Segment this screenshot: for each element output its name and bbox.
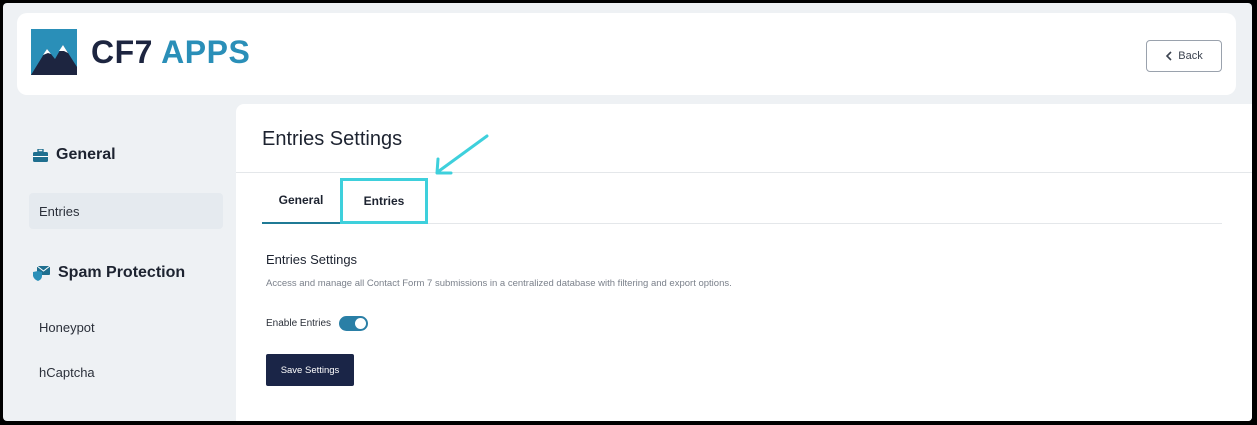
mountain-logo-icon	[31, 29, 77, 75]
toggle-label: Enable Entries	[266, 318, 332, 329]
tab-bar: General Entries	[262, 178, 1222, 224]
sidebar: General Entries Spam Protection Honeypot…	[17, 106, 227, 421]
sidebar-heading-general: General	[33, 146, 116, 164]
section-title: Entries Settings	[266, 252, 358, 267]
sidebar-item-honeypot[interactable]: Honeypot	[29, 309, 223, 345]
top-header: CF7 APPS Back	[17, 13, 1236, 95]
tab-label: General	[278, 193, 324, 207]
page-title: Entries Settings	[262, 128, 403, 150]
mail-shield-icon	[33, 265, 50, 281]
sidebar-item-label: Entries	[39, 203, 80, 219]
brand-name: CF7 APPS	[91, 34, 250, 71]
arrow-annotation-icon	[435, 134, 489, 175]
sidebar-item-label: Honeypot	[39, 319, 95, 335]
chevron-left-icon	[1166, 51, 1172, 61]
brand-logo[interactable]: CF7 APPS	[31, 29, 250, 75]
tab-label: Entries	[363, 194, 405, 208]
sidebar-item-entries[interactable]: Entries	[29, 193, 223, 229]
sidebar-item-hcaptcha[interactable]: hCaptcha	[29, 354, 223, 390]
sidebar-item-label: hCaptcha	[39, 364, 95, 380]
briefcase-icon	[33, 148, 48, 162]
main-panel: Entries Settings General Entries Entries…	[236, 104, 1252, 421]
spam-heading-label: Spam Protection	[58, 264, 186, 281]
brand-part-1: CF7	[91, 33, 153, 70]
sidebar-heading-spam: Spam Protection	[33, 264, 185, 282]
tab-general[interactable]: General	[262, 178, 340, 224]
enable-entries-row: Enable Entries	[266, 316, 369, 331]
back-label: Back	[1178, 50, 1203, 62]
general-heading-label: General	[56, 146, 116, 163]
divider	[236, 172, 1252, 173]
enable-entries-toggle[interactable]	[339, 316, 369, 331]
back-button[interactable]: Back	[1146, 40, 1222, 72]
tab-entries[interactable]: Entries	[340, 178, 428, 224]
save-settings-button[interactable]: Save Settings	[266, 354, 354, 386]
toggle-knob	[355, 318, 367, 329]
app-window: CF7 APPS Back General Entries Spam Prote…	[3, 3, 1252, 421]
section-description: Access and manage all Contact Form 7 sub…	[266, 278, 732, 289]
brand-part-2: APPS	[161, 33, 251, 70]
